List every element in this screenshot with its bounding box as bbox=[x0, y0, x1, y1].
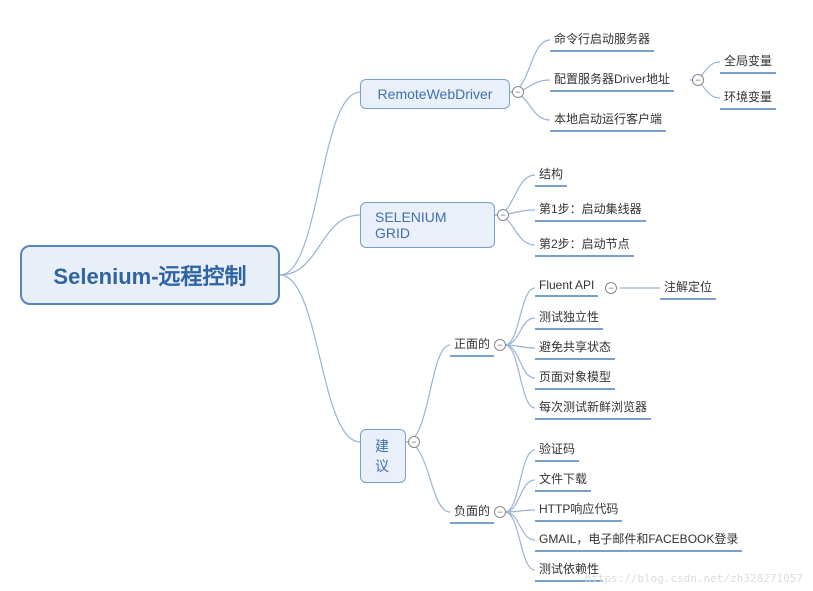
collapse-icon[interactable]: − bbox=[497, 209, 509, 221]
branch-remotewebdriver[interactable]: RemoteWebDriver bbox=[360, 79, 510, 109]
leaf-http-response[interactable]: HTTP响应代码 bbox=[535, 498, 622, 522]
root-node[interactable]: Selenium-远程控制 bbox=[20, 245, 280, 305]
leaf-local-start-client[interactable]: 本地启动运行客户端 bbox=[550, 108, 666, 132]
leaf-page-object-model[interactable]: 页面对象模型 bbox=[535, 366, 615, 390]
collapse-icon[interactable]: − bbox=[408, 436, 420, 448]
leaf-captcha[interactable]: 验证码 bbox=[535, 438, 579, 462]
branch-suggestions[interactable]: 建议 bbox=[360, 429, 406, 483]
leaf-fresh-browser[interactable]: 每次测试新鲜浏览器 bbox=[535, 396, 651, 420]
leaf-config-driver-addr[interactable]: 配置服务器Driver地址 bbox=[550, 68, 674, 92]
leaf-avoid-shared-state[interactable]: 避免共享状态 bbox=[535, 336, 615, 360]
collapse-icon[interactable]: − bbox=[494, 506, 506, 518]
collapse-icon[interactable]: − bbox=[692, 74, 704, 86]
collapse-icon[interactable]: − bbox=[494, 339, 506, 351]
leaf-structure[interactable]: 结构 bbox=[535, 163, 567, 187]
collapse-icon[interactable]: − bbox=[512, 86, 524, 98]
leaf-test-independence[interactable]: 测试独立性 bbox=[535, 306, 603, 330]
sublabel-positive[interactable]: 正面的 bbox=[450, 333, 494, 357]
sublabel-negative[interactable]: 负面的 bbox=[450, 500, 494, 524]
leaf-step2-node[interactable]: 第2步：启动节点 bbox=[535, 233, 634, 257]
leaf-gmail-fb-login[interactable]: GMAIL，电子邮件和FACEBOOK登录 bbox=[535, 528, 742, 552]
leaf-global-var[interactable]: 全局变量 bbox=[720, 50, 776, 74]
leaf-cmd-start-server[interactable]: 命令行启动服务器 bbox=[550, 28, 654, 52]
collapse-icon[interactable]: − bbox=[605, 282, 617, 294]
leaf-fluent-api[interactable]: Fluent API bbox=[535, 276, 598, 297]
branch-selenium-grid[interactable]: SELENIUM GRID bbox=[360, 202, 495, 248]
watermark-text: https://blog.csdn.net/zh328271057 bbox=[584, 572, 803, 585]
leaf-step1-hub[interactable]: 第1步：启动集线器 bbox=[535, 198, 646, 222]
leaf-annotation-locate[interactable]: 注解定位 bbox=[660, 276, 716, 300]
leaf-env-var[interactable]: 环境变量 bbox=[720, 86, 776, 110]
leaf-file-download[interactable]: 文件下载 bbox=[535, 468, 591, 492]
